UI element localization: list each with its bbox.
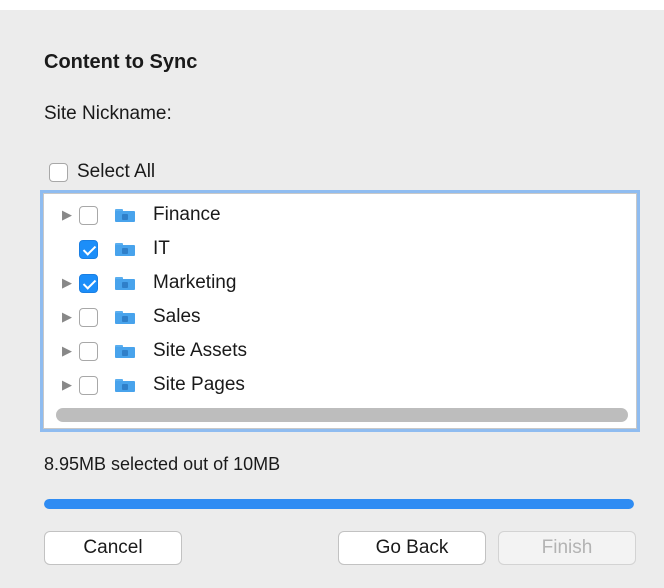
folder-tree[interactable]: ▶ Finance IT ▶ Marketing ▶ Sales ▶ Site … (40, 190, 640, 432)
tree-checkbox[interactable] (79, 205, 98, 225)
tree-checkbox[interactable] (79, 375, 98, 395)
folder-icon (115, 310, 135, 324)
select-all-checkbox[interactable] (49, 162, 68, 182)
tree-row-site-pages[interactable]: ▶ Site Pages (44, 368, 245, 402)
section-title: Content to Sync (44, 51, 198, 73)
tree-checkbox[interactable] (79, 239, 98, 259)
selection-status: 8.95MB selected out of 10MB (44, 454, 281, 474)
select-all-label[interactable]: Select All (77, 161, 155, 183)
tree-row-finance[interactable]: ▶ Finance (44, 198, 221, 232)
site-nickname-label: Site Nickname: (44, 103, 172, 124)
folder-icon (115, 344, 135, 358)
tree-checkbox[interactable] (79, 341, 98, 361)
tree-row-it[interactable]: IT (44, 232, 170, 266)
disclosure-triangle-icon[interactable]: ▶ (60, 275, 74, 291)
finish-button[interactable]: Finish (498, 531, 636, 565)
tree-row-sales[interactable]: ▶ Sales (44, 300, 201, 334)
disclosure-triangle-icon[interactable]: ▶ (60, 377, 74, 393)
disclosure-triangle-icon[interactable]: ▶ (60, 343, 74, 359)
tree-item-label[interactable]: IT (153, 238, 170, 260)
folder-icon (115, 242, 135, 256)
sync-size-progress-bar (44, 499, 634, 509)
progress-fill (44, 499, 634, 509)
select-all-control[interactable]: Select All (49, 161, 155, 183)
tree-row-marketing[interactable]: ▶ Marketing (44, 266, 236, 300)
folder-icon (115, 378, 135, 392)
tree-item-label[interactable]: Marketing (153, 272, 236, 294)
tree-item-label[interactable]: Sales (153, 306, 201, 328)
window-top-strip (0, 0, 664, 10)
tree-row-site-assets[interactable]: ▶ Site Assets (44, 334, 247, 368)
disclosure-triangle-icon[interactable]: ▶ (60, 207, 74, 223)
folder-icon (115, 276, 135, 290)
go-back-button[interactable]: Go Back (338, 531, 486, 565)
tree-checkbox[interactable] (79, 273, 98, 293)
tree-item-label[interactable]: Site Pages (153, 374, 245, 396)
disclosure-triangle-icon[interactable]: ▶ (60, 309, 74, 325)
horizontal-scrollbar[interactable] (56, 408, 628, 422)
folder-icon (115, 208, 135, 222)
tree-checkbox[interactable] (79, 307, 98, 327)
tree-item-label[interactable]: Finance (153, 204, 221, 226)
folder-tree-inner: ▶ Finance IT ▶ Marketing ▶ Sales ▶ Site … (43, 193, 637, 429)
tree-item-label[interactable]: Site Assets (153, 340, 247, 362)
cancel-button[interactable]: Cancel (44, 531, 182, 565)
